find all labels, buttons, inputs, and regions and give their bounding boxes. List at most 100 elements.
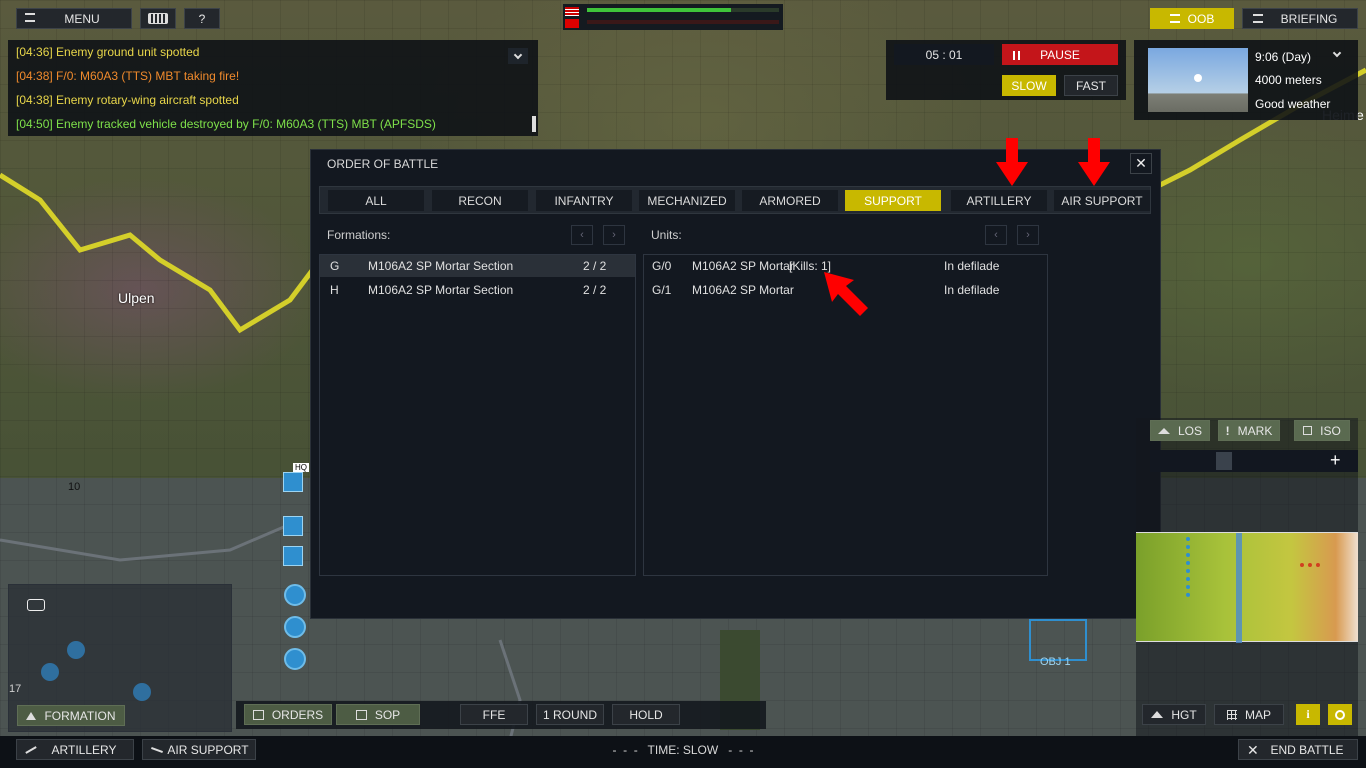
pause-label: PAUSE — [1040, 47, 1080, 62]
friendly-unit-marker[interactable] — [284, 648, 306, 670]
orders-button[interactable]: ORDERS — [244, 704, 332, 725]
tab-label: MECHANIZED — [647, 193, 727, 208]
friendly-unit-marker[interactable] — [283, 516, 303, 536]
tab-air-support[interactable]: AIR SUPPORT — [1054, 190, 1150, 211]
list-icon — [1253, 14, 1263, 23]
menu-button[interactable]: MENU — [16, 8, 132, 29]
aircraft-icon — [151, 747, 163, 753]
clock-panel: 05 : 01 PAUSE SLOW FAST — [886, 40, 1126, 100]
minimap-view[interactable] — [1136, 532, 1358, 643]
formation-row[interactable]: G M106A2 SP Mortar Section 2 / 2 — [320, 255, 635, 277]
friendly-unit-marker[interactable] — [284, 616, 306, 638]
iso-button[interactable]: ISO — [1294, 420, 1350, 441]
checkbox-icon — [355, 709, 367, 720]
message-log[interactable]: [04:36] Enemy ground unit spotted [04:38… — [8, 40, 538, 136]
cube-icon — [1303, 426, 1313, 435]
end-battle-button[interactable]: ✕ END BATTLE — [1238, 739, 1358, 760]
oob-button[interactable]: OOB — [1150, 8, 1234, 29]
formation-button[interactable]: FORMATION — [17, 705, 125, 726]
formation-label: FORMATION — [44, 708, 116, 723]
keyboard-button[interactable] — [140, 8, 176, 29]
formation-node-icon — [67, 641, 85, 659]
tab-recon[interactable]: RECON — [432, 190, 528, 211]
close-button[interactable]: ✕ — [1130, 153, 1152, 174]
units-prev-button[interactable]: ‹ — [985, 225, 1007, 245]
radar-icon — [1335, 709, 1345, 720]
tab-armored[interactable]: ARMORED — [742, 190, 838, 211]
briefing-button[interactable]: BRIEFING — [1242, 8, 1358, 29]
slow-button[interactable]: SLOW — [1002, 75, 1056, 96]
us-flag-icon — [565, 7, 579, 16]
objective-label: OBJ 1 — [1040, 656, 1071, 668]
units-next-button[interactable]: › — [1017, 225, 1039, 245]
artillery-button[interactable]: ARTILLERY — [16, 739, 134, 760]
oob-label: OOB — [1187, 11, 1215, 26]
formations-header: Formations: — [327, 228, 391, 242]
hgt-button[interactable]: HGT — [1142, 704, 1206, 725]
ffe-label: FFE — [482, 707, 506, 722]
clock-time: 05 : 01 — [925, 47, 963, 62]
info-button[interactable]: i — [1296, 704, 1320, 725]
hamburger-icon — [25, 13, 35, 22]
chevron-down-icon[interactable] — [1332, 48, 1342, 58]
log-line: [04:38] F/0: M60A3 (TTS) MBT taking fire… — [16, 69, 240, 83]
air-support-button[interactable]: AIR SUPPORT — [142, 739, 256, 760]
keyboard-icon — [148, 13, 168, 24]
blue-strength-bar — [587, 8, 779, 12]
pause-button[interactable]: PAUSE — [1002, 44, 1118, 65]
chevron-down-icon[interactable] — [508, 48, 528, 64]
minimap-slider[interactable] — [1216, 452, 1232, 470]
tab-label: RECON — [458, 193, 502, 208]
formations-next-button[interactable]: › — [603, 225, 625, 245]
tab-all[interactable]: ALL — [328, 190, 424, 211]
menu-label: MENU — [64, 11, 100, 26]
radar-button[interactable] — [1328, 704, 1352, 725]
objective-area — [1029, 619, 1087, 661]
friendly-unit-marker[interactable] — [284, 584, 306, 606]
sop-button[interactable]: SOP — [336, 704, 420, 725]
tab-label: SUPPORT — [864, 193, 922, 208]
briefing-label: BRIEFING — [1280, 11, 1338, 26]
one-round-button[interactable]: 1 ROUND — [536, 704, 604, 725]
mark-button[interactable]: ! MARK — [1218, 420, 1280, 441]
tab-mechanized[interactable]: MECHANIZED — [639, 190, 735, 211]
help-label: ? — [198, 11, 206, 26]
los-icon — [1157, 427, 1170, 434]
log-scrollbar[interactable] — [532, 116, 536, 132]
los-button[interactable]: LOS — [1150, 420, 1210, 441]
formation-node-icon — [41, 663, 59, 681]
one-round-label: 1 ROUND — [542, 707, 597, 722]
cn-flag-icon — [565, 19, 579, 28]
minimap-river — [1236, 533, 1242, 643]
weather-visibility: 4000 meters — [1255, 73, 1322, 87]
map-label: MAP — [1244, 707, 1271, 722]
formation-row[interactable]: H M106A2 SP Mortar Section 2 / 2 — [320, 279, 635, 301]
bottom-bar: ARTILLERY AIR SUPPORT - - - TIME: SLOW -… — [0, 736, 1366, 768]
pause-icon — [1013, 51, 1020, 60]
close-icon: ✕ — [1247, 742, 1259, 758]
unit-id: G/1 — [652, 283, 672, 297]
list-icon — [1169, 14, 1180, 23]
tab-label: ARMORED — [759, 193, 821, 208]
minimap-friendly-dots — [1186, 537, 1192, 597]
formation-panel: 17 FORMATION — [8, 584, 232, 732]
iso-label: ISO — [1320, 423, 1341, 438]
fast-button[interactable]: FAST — [1064, 75, 1118, 96]
tab-infantry[interactable]: INFANTRY — [536, 190, 632, 211]
formations-prev-button[interactable]: ‹ — [571, 225, 593, 245]
help-button[interactable]: ? — [184, 8, 220, 29]
unit-id: G/0 — [652, 259, 672, 273]
hold-label: HOLD — [629, 707, 663, 722]
zoom-plus-icon[interactable]: + — [1330, 450, 1341, 471]
hold-button[interactable]: HOLD — [612, 704, 680, 725]
fast-label: FAST — [1075, 78, 1106, 93]
ffe-button[interactable]: FFE — [460, 704, 528, 725]
minimap-panel: LOS ! MARK ISO + HGT MAP i — [1136, 418, 1358, 736]
slow-label: SLOW — [1011, 78, 1047, 93]
orders-label: ORDERS — [271, 707, 324, 722]
friendly-unit-marker[interactable] — [283, 472, 303, 492]
map-button[interactable]: MAP — [1214, 704, 1284, 725]
tab-artillery[interactable]: ARTILLERY — [951, 190, 1047, 211]
friendly-unit-marker[interactable] — [283, 546, 303, 566]
tab-support[interactable]: SUPPORT — [845, 190, 941, 211]
